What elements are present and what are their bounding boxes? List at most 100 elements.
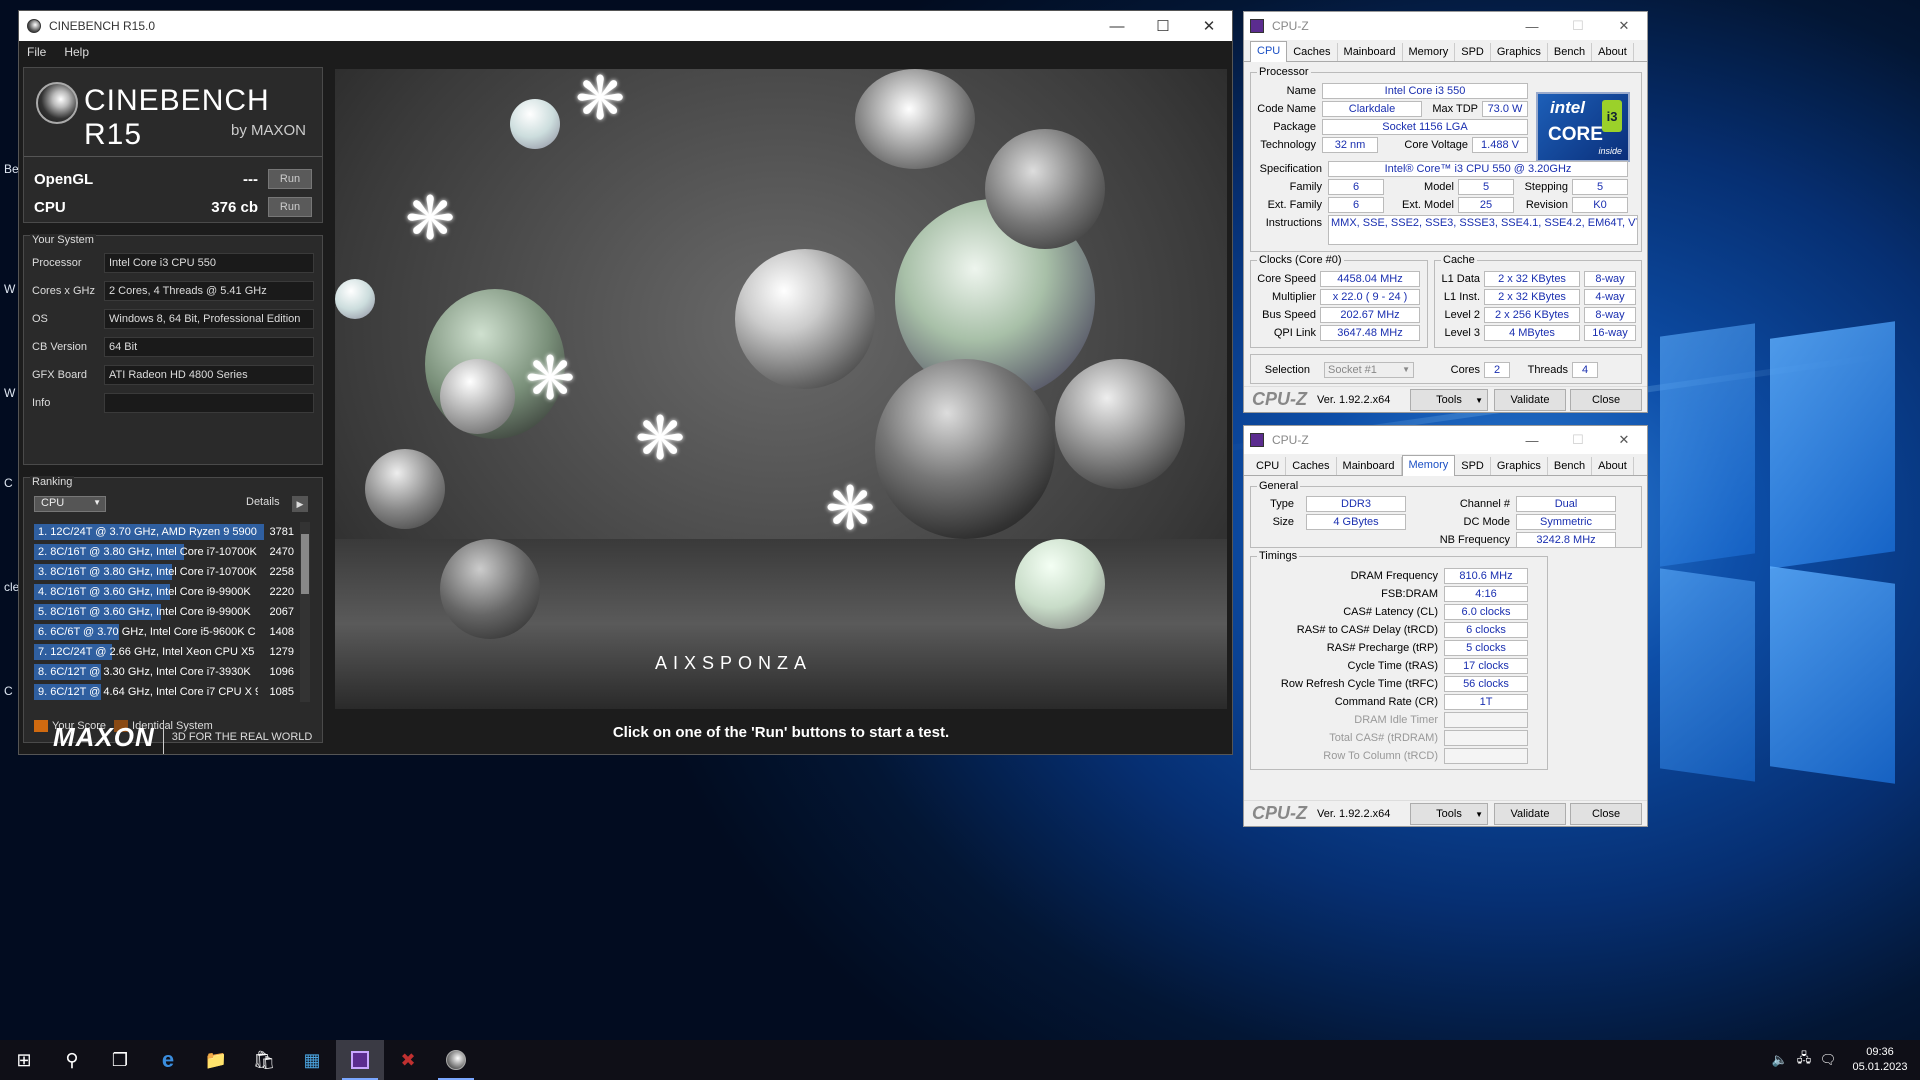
ranking-item-label: 1. 12C/24T @ 3.70 GHz, AMD Ryzen 9 5900 bbox=[38, 526, 257, 538]
close-icon[interactable]: ✕ bbox=[1601, 12, 1647, 40]
system-value[interactable]: Intel Core i3 CPU 550 bbox=[104, 253, 314, 273]
render-sphere bbox=[440, 359, 515, 434]
cpuz-version: Ver. 1.92.2.x64 bbox=[1317, 807, 1391, 820]
cpuz-titlebar[interactable]: CPU-Z — ☐ ✕ bbox=[1244, 12, 1647, 40]
tab-spd[interactable]: SPD bbox=[1455, 457, 1491, 475]
ranking-item[interactable]: 5. 8C/16T @ 3.60 GHz, Intel Core i9-9900… bbox=[34, 602, 298, 622]
taskbar-calculator[interactable]: ▦ bbox=[288, 1040, 336, 1080]
tools-button[interactable]: Tools ▼ bbox=[1410, 803, 1488, 825]
ranking-panel: Ranking CPU ▼ Details ▶ 1. 12C/24T @ 3.70… bbox=[23, 476, 323, 743]
field-label: Bus Speed bbox=[1262, 309, 1316, 321]
tab-graphics[interactable]: Graphics bbox=[1491, 43, 1548, 61]
multiplier-value: x 22.0 ( 9 - 24 ) bbox=[1320, 289, 1420, 305]
network-icon[interactable]: 🖧 bbox=[1792, 1049, 1816, 1071]
tab-about[interactable]: About bbox=[1592, 43, 1634, 61]
menu-file[interactable]: File bbox=[27, 45, 46, 59]
timing-label: DRAM Frequency bbox=[1350, 570, 1438, 582]
tab-mainboard[interactable]: Mainboard bbox=[1338, 43, 1403, 61]
details-button[interactable]: ▶ bbox=[292, 496, 308, 512]
notification-icon[interactable]: 🗨 bbox=[1816, 1052, 1840, 1068]
system-value[interactable]: Windows 8, 64 Bit, Professional Edition bbox=[104, 309, 314, 329]
window-title: CPU-Z bbox=[1272, 433, 1309, 447]
tab-memory[interactable]: Memory bbox=[1403, 43, 1456, 61]
system-value[interactable]: ATI Radeon HD 4800 Series bbox=[104, 365, 314, 385]
taskbar-cinebench[interactable] bbox=[432, 1040, 480, 1080]
render-sphere bbox=[335, 279, 375, 319]
desktop-icon-label[interactable]: W bbox=[4, 282, 15, 296]
tab-graphics[interactable]: Graphics bbox=[1491, 457, 1548, 475]
ranking-item[interactable]: 1. 12C/24T @ 3.70 GHz, AMD Ryzen 9 5900 3… bbox=[34, 522, 298, 542]
system-value[interactable] bbox=[104, 393, 314, 413]
socket-select[interactable]: Socket #1 ▼ bbox=[1324, 362, 1414, 378]
tab-bench[interactable]: Bench bbox=[1548, 43, 1593, 61]
timing-value: 810.6 MHz bbox=[1444, 568, 1528, 584]
tab-spd[interactable]: SPD bbox=[1455, 43, 1491, 61]
close-button[interactable]: Close bbox=[1570, 389, 1642, 411]
desktop-icon-label[interactable]: Be bbox=[4, 162, 19, 176]
timing-value: 4:16 bbox=[1444, 586, 1528, 602]
tab-cpu[interactable]: CPU bbox=[1250, 457, 1287, 475]
taskbar-cpuz[interactable] bbox=[336, 1040, 384, 1080]
ranking-item[interactable]: 4. 8C/16T @ 3.60 GHz, Intel Core i9-9900… bbox=[34, 582, 298, 602]
validate-button[interactable]: Validate bbox=[1494, 803, 1566, 825]
run-cpu-button[interactable]: Run bbox=[268, 197, 312, 217]
minimize-icon[interactable]: — bbox=[1094, 11, 1140, 41]
taskbar-store[interactable]: 🛍 bbox=[240, 1040, 288, 1080]
system-value[interactable]: 64 Bit bbox=[104, 337, 314, 357]
button-label: Tools bbox=[1436, 808, 1462, 820]
tab-cpu[interactable]: CPU bbox=[1250, 41, 1288, 62]
scrollbar-thumb[interactable] bbox=[301, 534, 309, 594]
panel-title: Ranking bbox=[30, 476, 75, 488]
ranking-scrollbar[interactable] bbox=[300, 522, 310, 702]
taskbar-edge[interactable]: e bbox=[144, 1040, 192, 1080]
system-value[interactable]: 2 Cores, 4 Threads @ 5.41 GHz bbox=[104, 281, 314, 301]
desktop-icon-label[interactable]: W bbox=[4, 386, 15, 400]
cpuz-titlebar[interactable]: CPU-Z — ☐ ✕ bbox=[1244, 426, 1647, 454]
ranking-item-label: 7. 12C/24T @ 2.66 GHz, Intel Xeon CPU X5 bbox=[38, 646, 255, 658]
your-system-panel: Your System Processor Intel Core i3 CPU 5… bbox=[23, 234, 323, 465]
task-view-button[interactable]: ❐ bbox=[96, 1040, 144, 1080]
clock[interactable]: 09:36 05.01.2023 bbox=[1840, 1045, 1920, 1075]
ranking-item[interactable]: 9. 6C/12T @ 4.64 GHz, Intel Core i7 CPU … bbox=[34, 682, 298, 702]
close-icon[interactable]: ✕ bbox=[1601, 426, 1647, 454]
tab-caches[interactable]: Caches bbox=[1286, 457, 1337, 475]
system-row: GFX Board ATI Radeon HD 4800 Series bbox=[32, 364, 314, 386]
core-voltage-value: 1.488 V bbox=[1472, 137, 1528, 153]
window-title: CINEBENCH R15.0 bbox=[49, 19, 156, 33]
search-button[interactable]: ⚲ bbox=[48, 1040, 96, 1080]
windows-logo-pane bbox=[1770, 321, 1895, 569]
validate-button[interactable]: Validate bbox=[1494, 389, 1566, 411]
calculator-icon: ▦ bbox=[303, 1049, 321, 1070]
desktop-icon-label[interactable]: C bbox=[4, 684, 13, 698]
run-opengl-button[interactable]: Run bbox=[268, 169, 312, 189]
tab-about[interactable]: About bbox=[1592, 457, 1634, 475]
tools-button[interactable]: Tools ▼ bbox=[1410, 389, 1488, 411]
windows-logo-pane bbox=[1660, 323, 1755, 567]
ranking-item[interactable]: 2. 8C/16T @ 3.80 GHz, Intel Core i7-1070… bbox=[34, 542, 298, 562]
minimize-icon[interactable]: — bbox=[1509, 12, 1555, 40]
desktop-icon-label[interactable]: C bbox=[4, 476, 13, 490]
timing-label: Command Rate (CR) bbox=[1334, 696, 1438, 708]
close-button[interactable]: Close bbox=[1570, 803, 1642, 825]
cinebench-titlebar[interactable]: CINEBENCH R15.0 — ☐ ✕ bbox=[19, 11, 1232, 41]
tab-memory[interactable]: Memory bbox=[1401, 455, 1456, 476]
status-message: Click on one of the 'Run' buttons to sta… bbox=[612, 723, 950, 741]
tab-mainboard[interactable]: Mainboard bbox=[1337, 457, 1402, 475]
start-button[interactable]: ⊞ bbox=[0, 1040, 48, 1080]
close-icon[interactable]: ✕ bbox=[1186, 11, 1232, 41]
ranking-item[interactable]: 6. 6C/6T @ 3.70 GHz, Intel Core i5-9600K… bbox=[34, 622, 298, 642]
taskbar-explorer[interactable]: 📁 bbox=[192, 1040, 240, 1080]
volume-muted-icon[interactable]: 🔈 bbox=[1768, 1052, 1792, 1068]
ranking-item[interactable]: 7. 12C/24T @ 2.66 GHz, Intel Xeon CPU X5… bbox=[34, 642, 298, 662]
ranking-item[interactable]: 3. 8C/16T @ 3.80 GHz, Intel Core i7-1070… bbox=[34, 562, 298, 582]
logo-test-panel: CINEBENCH R15 by MAXON OpenGL --- Run CP… bbox=[23, 67, 323, 223]
ranking-select[interactable]: CPU ▼ bbox=[34, 496, 106, 512]
ranking-item[interactable]: 8. 6C/12T @ 3.30 GHz, Intel Core i7-3930… bbox=[34, 662, 298, 682]
maximize-icon[interactable]: ☐ bbox=[1140, 11, 1186, 41]
test-value: --- bbox=[243, 170, 258, 188]
menu-help[interactable]: Help bbox=[64, 45, 89, 59]
tab-caches[interactable]: Caches bbox=[1287, 43, 1338, 61]
minimize-icon[interactable]: — bbox=[1509, 426, 1555, 454]
tab-bench[interactable]: Bench bbox=[1548, 457, 1593, 475]
taskbar-app[interactable]: ✖ bbox=[384, 1040, 432, 1080]
